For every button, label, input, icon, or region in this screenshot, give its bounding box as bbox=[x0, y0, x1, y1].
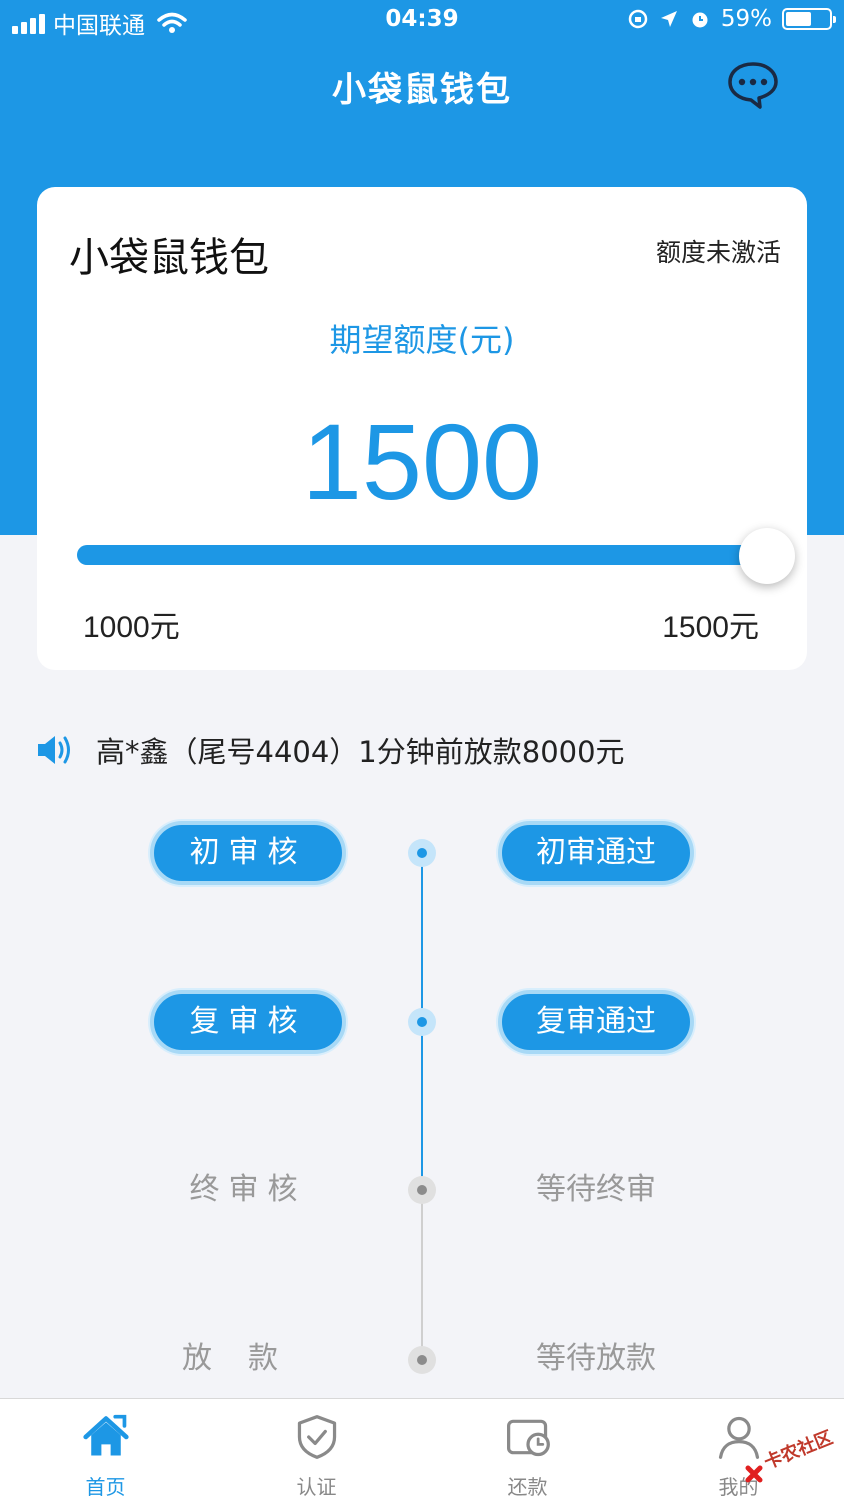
tab-bar: 首页 认证 还款 我的 bbox=[0, 1398, 844, 1500]
amount-slider[interactable] bbox=[77, 528, 795, 584]
step-status-final-review: 等待终审 bbox=[536, 1172, 656, 1207]
message-button[interactable] bbox=[726, 60, 780, 110]
shield-check-icon bbox=[297, 1415, 336, 1459]
notice-text: 高*鑫（尾号4404）1分钟前放款8000元 bbox=[96, 735, 625, 769]
timeline-line-pending bbox=[421, 1190, 423, 1360]
repay-clock-icon bbox=[506, 1419, 550, 1457]
range-min-label: 1000元 bbox=[83, 611, 180, 644]
step-label-disbursement: 放款 bbox=[182, 1341, 314, 1376]
rotation-lock-icon bbox=[628, 9, 648, 29]
tab-home[interactable]: 首页 bbox=[0, 1399, 211, 1500]
page-title: 小袋鼠钱包 bbox=[332, 70, 512, 110]
timeline-dot-1 bbox=[408, 839, 436, 867]
range-max-label: 1500元 bbox=[662, 611, 759, 644]
step-status-first-review: 初审通过 bbox=[498, 821, 694, 885]
alarm-icon bbox=[692, 12, 708, 28]
battery-icon bbox=[782, 8, 836, 30]
location-icon bbox=[660, 11, 677, 27]
tab-home-label: 首页 bbox=[85, 1475, 126, 1499]
home-icon bbox=[82, 1414, 129, 1456]
amount-label: 期望额度(元) bbox=[329, 321, 515, 359]
step-status-disbursement: 等待放款 bbox=[536, 1341, 656, 1376]
credit-card-panel: 小袋鼠钱包 额度未激活 期望额度(元) 1500 1000元 1500元 bbox=[37, 187, 807, 670]
step-status-second-review: 复审通过 bbox=[498, 990, 694, 1054]
tab-verify-label: 认证 bbox=[296, 1475, 337, 1499]
battery-percent: 59% bbox=[720, 6, 772, 32]
slider-fill bbox=[77, 545, 767, 565]
step-label-second-review: 复审核 bbox=[150, 990, 346, 1054]
tab-repay[interactable]: 还款 bbox=[422, 1399, 633, 1500]
chat-bubble-icon bbox=[728, 62, 778, 109]
timeline-dot-4 bbox=[408, 1346, 436, 1374]
loan-notice: 高*鑫（尾号4404）1分钟前放款8000元 bbox=[36, 730, 625, 770]
credit-status: 额度未激活 bbox=[655, 238, 781, 267]
card-title: 小袋鼠钱包 bbox=[69, 235, 269, 281]
speaker-icon bbox=[38, 736, 70, 764]
tab-verify[interactable]: 认证 bbox=[211, 1399, 422, 1500]
slider-thumb[interactable] bbox=[739, 528, 795, 584]
amount-value: 1500 bbox=[301, 401, 543, 522]
step-label-final-review: 终审核 bbox=[189, 1172, 307, 1207]
timeline-dot-3 bbox=[408, 1176, 436, 1204]
step-label-first-review: 初审核 bbox=[150, 821, 346, 885]
tab-repay-label: 还款 bbox=[507, 1475, 548, 1499]
timeline-dot-2 bbox=[408, 1008, 436, 1036]
status-bar: 中国联通 04:39 59% bbox=[0, 0, 844, 44]
